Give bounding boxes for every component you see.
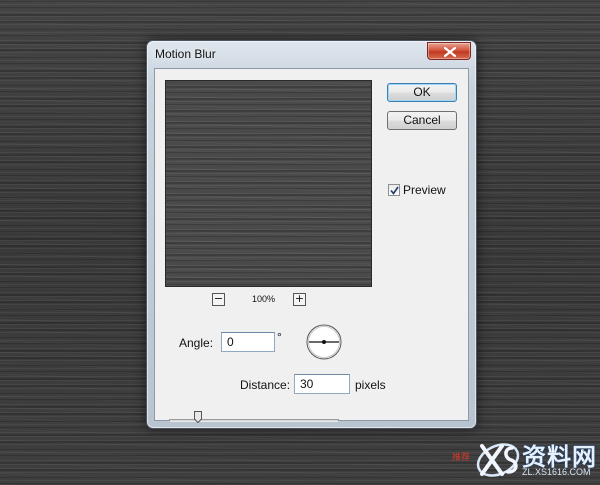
distance-unit: pixels: [355, 378, 386, 392]
preview-pane[interactable]: [165, 80, 372, 287]
motion-blur-dialog: Motion Blur − 100% + OK Cancel Preview A…: [146, 40, 477, 429]
preview-checkbox-box[interactable]: [388, 184, 400, 196]
ok-button[interactable]: OK: [387, 83, 457, 102]
distance-input[interactable]: 30: [294, 374, 350, 394]
angle-label: Angle:: [179, 336, 214, 350]
zoom-in-button[interactable]: +: [293, 293, 306, 306]
watermark-url: ZL.XS1616.COM: [522, 467, 591, 477]
watermark-red-text: 推荐: [452, 452, 471, 462]
zoom-level: 100%: [252, 294, 276, 304]
slider-thumb-icon[interactable]: [194, 411, 202, 423]
angle-input[interactable]: 0: [221, 332, 275, 352]
preview-label: Preview: [403, 183, 446, 197]
distance-label: Distance:: [240, 378, 291, 392]
dialog-body: − 100% + OK Cancel Preview Angle: 0 ° Di…: [154, 68, 469, 423]
angle-unit: °: [277, 330, 282, 344]
cancel-button[interactable]: Cancel: [387, 111, 457, 130]
angle-dial-icon[interactable]: [305, 323, 343, 361]
zoom-out-button[interactable]: −: [212, 293, 225, 306]
xs-logo-icon: [476, 443, 520, 477]
checkmark-icon: [390, 186, 399, 195]
close-button[interactable]: [427, 42, 471, 60]
close-icon: [444, 47, 456, 57]
title-bar[interactable]: Motion Blur: [147, 41, 476, 67]
dialog-title: Motion Blur: [155, 47, 216, 61]
